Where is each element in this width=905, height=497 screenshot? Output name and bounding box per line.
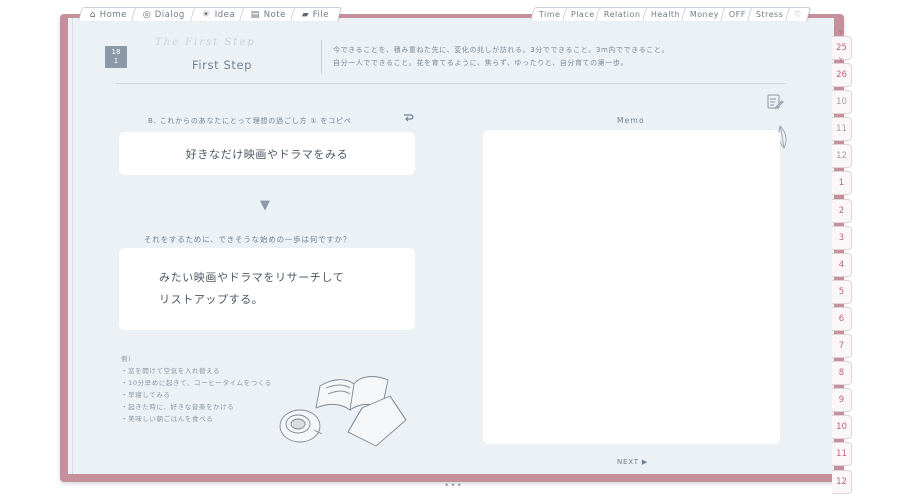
edit-icon[interactable]	[766, 93, 784, 117]
note-icon: ▤	[250, 9, 260, 20]
page-number-badge: 18 1	[105, 46, 127, 68]
page-description: 今できることを、積み重ねた先に、変化の兆しが訪れる。3分でできること。3m内でで…	[333, 44, 669, 70]
month-label: 10	[836, 422, 847, 433]
month-label: 11	[836, 449, 847, 460]
month-tab-4[interactable]: 4	[832, 252, 852, 277]
tab-label: Relation	[604, 10, 641, 19]
month-label: 25	[836, 43, 847, 53]
ideal-answer-field[interactable]: 好きなだけ映画やドラマをみる	[119, 132, 415, 175]
header-divider	[321, 40, 322, 74]
month-label: 7	[838, 341, 845, 352]
books-coffee-illustration	[278, 356, 410, 456]
page-title: First Step	[192, 58, 253, 72]
example-item: ・起きた時に、好きな音楽をかける	[121, 403, 235, 411]
month-tab-7[interactable]: 7	[832, 334, 852, 359]
tab-idea[interactable]: ☀ Idea	[189, 7, 247, 21]
example-item: ・美味しい朝ごはんを食べる	[121, 415, 214, 423]
month-tab-9[interactable]: 9	[832, 388, 852, 413]
tab-label: Stress	[756, 10, 784, 19]
month-tab-10[interactable]: 10	[832, 415, 852, 440]
description-line-2: 自分一人でできること。花を育てるように、焦らず、ゆったりと、自分育ての第一歩。	[333, 59, 629, 67]
month-tab-11-prev[interactable]: 11	[832, 117, 852, 142]
tab-favorite[interactable]: ♡	[784, 7, 811, 21]
script-title: The First Step	[155, 37, 256, 48]
example-item: ・早寝してみる	[121, 391, 171, 399]
month-tabs: Y 25 Y 26 10 11 12 1 2 3 4 5 6 7 8 9 10 11…	[832, 30, 852, 497]
year-marker: Y	[839, 30, 843, 37]
month-label: 12	[836, 476, 847, 487]
idea-icon: ☀	[201, 9, 211, 20]
top-nav-right: Time Place Relation Health Money OFF Str…	[530, 7, 811, 21]
year-marker: Y	[839, 57, 843, 65]
examples-list: 例) ・窓を開けて空気を入れ替える ・10分早めに起きて、コーヒータイムをつくる…	[121, 353, 272, 425]
month-label: 4	[838, 259, 845, 270]
memo-textarea[interactable]	[483, 130, 780, 444]
tab-note[interactable]: ▤ Note	[238, 7, 298, 21]
tab-label: Health	[650, 10, 681, 19]
month-label: 9	[838, 395, 845, 406]
next-button[interactable]: NEXT ▶	[617, 458, 648, 466]
dialog-icon: ◎	[143, 9, 152, 20]
month-label: 3	[838, 232, 845, 243]
month-label: 26	[836, 70, 847, 81]
tab-label: Note	[263, 9, 286, 20]
month-label: 8	[838, 368, 845, 379]
month-label: 6	[838, 313, 845, 324]
month-tab-y26[interactable]: Y 26	[832, 57, 852, 88]
month-label: 1	[838, 178, 845, 189]
month-label: 10	[836, 97, 847, 108]
examples-heading: 例)	[121, 355, 132, 363]
memo-label: Memo	[617, 116, 645, 125]
month-tab-8[interactable]: 8	[832, 361, 852, 386]
answer-line-2: リストアップする。	[159, 293, 264, 306]
month-label: 11	[836, 124, 847, 135]
down-arrow-icon: ▼	[260, 198, 270, 213]
section-b-label: B. これからのあなたにとって理想の過ごし方 ① をコピペ	[148, 117, 352, 125]
tab-dialog[interactable]: ◎ Dialog	[131, 7, 198, 21]
month-tab-1[interactable]: 1	[832, 171, 852, 196]
more-dots-icon[interactable]: •••	[444, 481, 463, 491]
copy-icon[interactable]	[403, 113, 414, 126]
month-tab-3[interactable]: 3	[832, 225, 852, 250]
badge-line-1: 18	[111, 48, 121, 56]
tab-label: Place	[570, 10, 595, 19]
month-tab-5[interactable]: 5	[832, 279, 852, 304]
tab-label: Dialog	[155, 9, 186, 20]
ideal-answer-text: 好きなだけ映画やドラマをみる	[185, 148, 349, 161]
answer-line-1: みたい映画やドラマをリサーチして	[159, 271, 345, 284]
home-icon: ⌂	[89, 9, 97, 20]
first-step-answer-field[interactable]: みたい映画やドラマをリサーチして リストアップする。	[119, 248, 415, 330]
tab-label: Time	[538, 10, 561, 19]
top-nav-left: ⌂ Home ◎ Dialog ☀ Idea ▤ Note ▰ File	[78, 7, 342, 21]
tab-file[interactable]: ▰ File	[289, 7, 342, 21]
month-label: 5	[838, 286, 845, 297]
month-tab-11[interactable]: 11	[832, 442, 852, 467]
badge-line-2: 1	[113, 57, 119, 65]
tab-label: Home	[100, 9, 128, 20]
file-icon: ▰	[301, 9, 310, 20]
tab-label: Money	[690, 10, 720, 19]
first-step-question-label: それをするために、できそうな始めの一歩は何ですか？	[144, 235, 352, 244]
page-edge-line	[72, 18, 73, 474]
month-tab-6[interactable]: 6	[832, 306, 852, 331]
tab-label: Idea	[214, 9, 235, 20]
month-tab-2[interactable]: 2	[832, 198, 852, 223]
description-line-1: 今できることを、積み重ねた先に、変化の兆しが訪れる。3分でできること。3m内でで…	[333, 46, 670, 54]
tab-label: File	[313, 9, 330, 20]
month-tab-10-prev[interactable]: 10	[832, 90, 852, 115]
month-tab-12[interactable]: 12	[832, 469, 852, 494]
example-item: ・10分早めに起きて、コーヒータイムをつくる	[121, 379, 272, 387]
header-separator	[116, 83, 786, 84]
month-label: 12	[836, 151, 847, 162]
example-item: ・窓を開けて空気を入れ替える	[121, 367, 221, 375]
heart-icon: ♡	[793, 10, 802, 19]
month-label: 2	[838, 205, 845, 216]
tab-home[interactable]: ⌂ Home	[78, 7, 140, 21]
month-tab-12-prev[interactable]: 12	[832, 144, 852, 169]
tab-label: OFF	[729, 10, 747, 19]
